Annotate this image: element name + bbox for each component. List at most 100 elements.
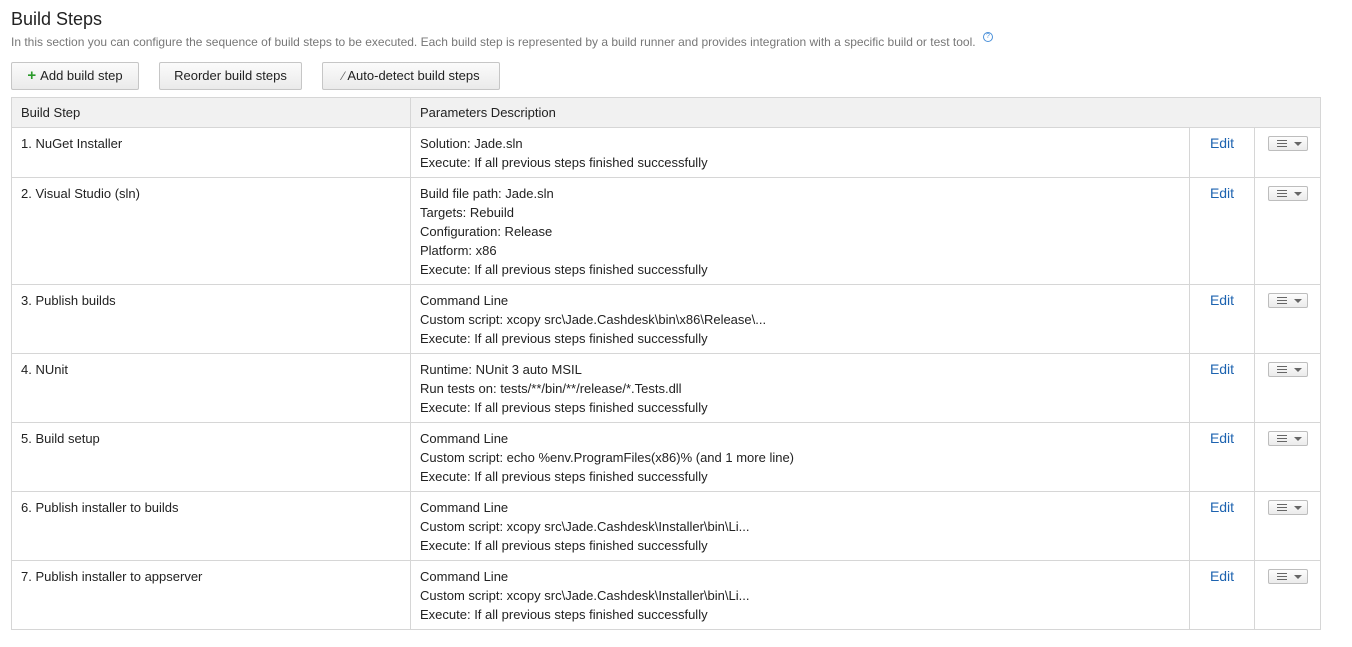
list-icon	[1276, 297, 1287, 304]
actions-menu-button[interactable]	[1267, 186, 1308, 201]
table-row: 5. Build setup Command Line Custom script:…	[11, 422, 1321, 492]
magic-wand-icon: ⁄	[342, 69, 345, 83]
build-steps-table: Build Step Parameters Description 1. NuG…	[11, 97, 1321, 630]
chevron-down-icon	[1293, 192, 1302, 196]
parameter-line: Platform: x86	[420, 243, 497, 258]
build-step-name: 7. Publish installer to appserver	[11, 560, 411, 630]
edit-link[interactable]: Edit	[1210, 135, 1234, 151]
parameter-line: Build file path: Jade.sln	[420, 186, 554, 201]
page-title: Build Steps	[11, 9, 103, 29]
actions-cell	[1254, 284, 1321, 354]
edit-cell: Edit	[1189, 560, 1255, 630]
edit-cell: Edit	[1189, 177, 1255, 285]
table-row: 2. Visual Studio (sln) Build file path: J…	[11, 177, 1321, 285]
edit-cell: Edit	[1189, 422, 1255, 492]
parameter-line: Execute: If all previous steps finished …	[420, 262, 708, 277]
parameters-description: Runtime: NUnit 3 auto MSIL Run tests on: …	[410, 353, 1190, 423]
actions-cell	[1254, 127, 1321, 178]
actions-menu-button[interactable]	[1267, 500, 1308, 515]
actions-cell	[1254, 491, 1321, 561]
build-steps-page: Build Steps In this section you can conf…	[11, 8, 1321, 630]
parameter-line: Runtime: NUnit 3 auto MSIL	[420, 362, 582, 377]
list-icon	[1276, 435, 1287, 442]
edit-cell: Edit	[1189, 491, 1255, 561]
edit-link[interactable]: Edit	[1210, 292, 1234, 308]
parameter-line: Custom script: xcopy src\Jade.Cashdesk\I…	[420, 519, 750, 534]
list-icon	[1276, 140, 1287, 147]
chevron-down-icon	[1293, 368, 1302, 372]
list-icon	[1276, 366, 1287, 373]
parameter-line: Command Line	[420, 431, 509, 446]
parameters-description: Command Line Custom script: xcopy src\Jad…	[410, 491, 1190, 561]
plus-icon: +	[27, 67, 37, 84]
parameters-description: Solution: Jade.sln Execute: If all previo…	[410, 127, 1190, 178]
edit-cell: Edit	[1189, 127, 1255, 178]
actions-cell	[1254, 422, 1321, 492]
edit-link[interactable]: Edit	[1210, 499, 1234, 515]
build-steps-body: 1. NuGet Installer Solution: Jade.sln Exec…	[11, 127, 1321, 630]
actions-menu-button[interactable]	[1267, 362, 1308, 377]
parameter-line: Command Line	[420, 569, 509, 584]
parameter-line: Execute: If all previous steps finished …	[420, 469, 708, 484]
page-description: In this section you can configure the se…	[11, 32, 1320, 50]
actions-menu-button[interactable]	[1267, 136, 1308, 151]
parameter-line: Run tests on: tests/**/bin/**/release/*.…	[420, 381, 682, 396]
build-step-name: 3. Publish builds	[11, 284, 411, 354]
table-row: 4. NUnit Runtime: NUnit 3 auto MSIL Run te…	[11, 353, 1321, 423]
parameter-line: Targets: Rebuild	[420, 205, 514, 220]
actions-menu-button[interactable]	[1267, 431, 1308, 446]
list-icon	[1276, 504, 1287, 511]
parameters-description: Command Line Custom script: xcopy src\Jad…	[410, 284, 1190, 354]
actions-cell	[1254, 560, 1321, 630]
build-step-name: 2. Visual Studio (sln)	[11, 177, 411, 285]
build-step-name: 1. NuGet Installer	[11, 127, 411, 178]
chevron-down-icon	[1293, 575, 1302, 579]
edit-link[interactable]: Edit	[1210, 430, 1234, 446]
edit-link[interactable]: Edit	[1210, 568, 1234, 584]
list-icon	[1276, 573, 1287, 580]
add-build-step-label: Add build step	[40, 68, 123, 83]
parameter-line: Execute: If all previous steps finished …	[420, 155, 708, 170]
column-header-build-step: Build Step	[11, 97, 411, 128]
actions-menu-button[interactable]	[1267, 569, 1308, 584]
parameter-line: Solution: Jade.sln	[420, 136, 523, 151]
chevron-down-icon	[1293, 437, 1302, 441]
table-row: 3. Publish builds Command Line Custom scri…	[11, 284, 1321, 354]
actions-cell	[1254, 177, 1321, 285]
parameter-line: Execute: If all previous steps finished …	[420, 331, 708, 346]
table-row: 1. NuGet Installer Solution: Jade.sln Exec…	[11, 127, 1321, 178]
build-step-name: 5. Build setup	[11, 422, 411, 492]
parameter-line: Custom script: echo %env.ProgramFiles(x8…	[420, 450, 795, 465]
build-step-name: 6. Publish installer to builds	[11, 491, 411, 561]
edit-cell: Edit	[1189, 353, 1255, 423]
parameter-line: Execute: If all previous steps finished …	[420, 400, 708, 415]
table-row: 6. Publish installer to builds Command Li…	[11, 491, 1321, 561]
parameters-description: Build file path: Jade.sln Targets: Rebuil…	[410, 177, 1190, 285]
parameters-description: Command Line Custom script: xcopy src\Jad…	[410, 560, 1190, 630]
edit-link[interactable]: Edit	[1210, 185, 1234, 201]
parameters-description: Command Line Custom script: echo %env.Pro…	[410, 422, 1190, 492]
parameter-line: Custom script: xcopy src\Jade.Cashdesk\I…	[420, 588, 750, 603]
table-header-row: Build Step Parameters Description	[11, 97, 1321, 128]
toolbar: + Add build step Reorder build steps ⁄ Aut…	[11, 62, 1320, 90]
parameter-line: Execute: If all previous steps finished …	[420, 538, 708, 553]
parameter-line: Command Line	[420, 293, 509, 308]
reorder-build-steps-label: Reorder build steps	[174, 68, 287, 83]
description-text: In this section you can configure the se…	[11, 35, 976, 49]
column-header-parameters: Parameters Description	[410, 97, 1321, 128]
reorder-build-steps-button[interactable]: Reorder build steps	[159, 62, 302, 90]
add-build-step-button[interactable]: + Add build step	[11, 62, 139, 90]
chevron-down-icon	[1293, 142, 1302, 146]
edit-cell: Edit	[1189, 284, 1255, 354]
parameter-line: Execute: If all previous steps finished …	[420, 607, 708, 622]
parameter-line: Configuration: Release	[420, 224, 553, 239]
help-icon[interactable]: ?	[982, 32, 993, 42]
edit-link[interactable]: Edit	[1210, 361, 1234, 377]
chevron-down-icon	[1293, 299, 1302, 303]
actions-menu-button[interactable]	[1267, 293, 1308, 308]
parameter-line: Command Line	[420, 500, 509, 515]
auto-detect-build-steps-button[interactable]: ⁄ Auto-detect build steps	[322, 62, 500, 90]
chevron-down-icon	[1293, 506, 1302, 510]
auto-detect-build-steps-label: Auto-detect build steps	[347, 68, 480, 83]
build-step-name: 4. NUnit	[11, 353, 411, 423]
